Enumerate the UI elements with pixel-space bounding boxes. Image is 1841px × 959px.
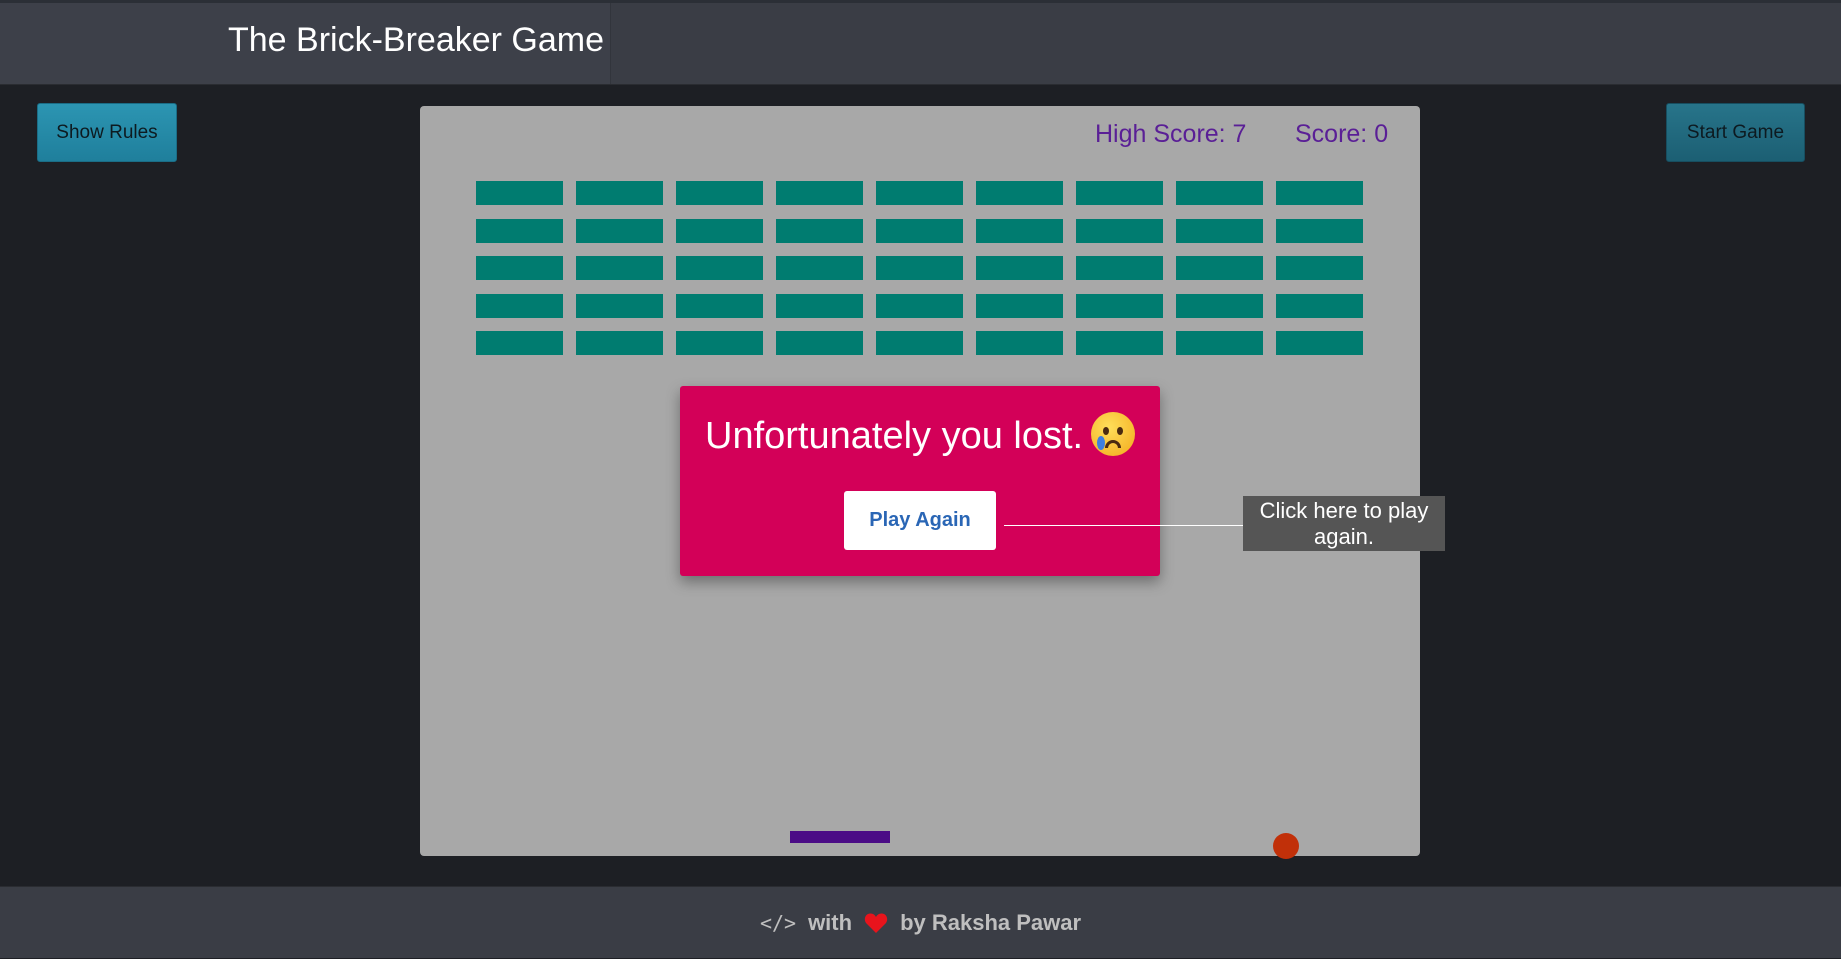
brick bbox=[876, 218, 963, 243]
brick bbox=[676, 293, 763, 318]
play-again-button[interactable]: Play Again bbox=[844, 491, 996, 550]
brick bbox=[1176, 331, 1263, 355]
brick bbox=[776, 256, 863, 280]
heart-icon bbox=[864, 912, 888, 934]
show-rules-button[interactable]: Show Rules bbox=[37, 103, 177, 162]
brick bbox=[1176, 181, 1263, 205]
brick bbox=[776, 331, 863, 355]
brick bbox=[1276, 331, 1363, 355]
header-divider bbox=[0, 84, 1841, 85]
brick bbox=[676, 218, 763, 243]
brick bbox=[1076, 293, 1163, 318]
start-game-button[interactable]: Start Game bbox=[1666, 103, 1805, 162]
brick bbox=[976, 256, 1063, 280]
paddle[interactable] bbox=[790, 831, 890, 843]
play-again-tooltip: Click here to play again. bbox=[1243, 496, 1445, 551]
brick bbox=[576, 293, 663, 318]
brick bbox=[776, 218, 863, 243]
game-over-modal: Unfortunately you lost. Play Again bbox=[680, 386, 1160, 576]
brick bbox=[676, 256, 763, 280]
brick bbox=[476, 293, 563, 318]
top-bar: The Brick-Breaker Game bbox=[0, 3, 1841, 84]
brick bbox=[876, 331, 963, 355]
brick bbox=[976, 293, 1063, 318]
brick bbox=[576, 256, 663, 280]
brick bbox=[1076, 256, 1163, 280]
brick bbox=[676, 181, 763, 205]
brick bbox=[476, 218, 563, 243]
brick bbox=[1276, 218, 1363, 243]
footer-with-text: with bbox=[808, 910, 853, 935]
brick bbox=[576, 331, 663, 355]
title-block: The Brick-Breaker Game bbox=[0, 3, 611, 84]
brick bbox=[976, 181, 1063, 205]
game-over-message: Unfortunately you lost. bbox=[705, 415, 1084, 457]
brick bbox=[676, 331, 763, 355]
brick bbox=[1276, 181, 1363, 205]
brick bbox=[876, 256, 963, 280]
brick bbox=[776, 293, 863, 318]
brick bbox=[976, 331, 1063, 355]
ball bbox=[1273, 833, 1299, 859]
footer-author: by Raksha Pawar bbox=[900, 910, 1082, 935]
high-score-display: High Score: 7 bbox=[1095, 120, 1247, 148]
crying-face-icon bbox=[1091, 412, 1136, 456]
footer: </> with by Raksha Pawar bbox=[0, 886, 1841, 958]
brick bbox=[976, 218, 1063, 243]
brick bbox=[1176, 256, 1263, 280]
brick bbox=[476, 256, 563, 280]
tooltip-pointer-line bbox=[1004, 525, 1244, 526]
footer-credit: </> with by Raksha Pawar bbox=[0, 887, 1841, 959]
brick bbox=[1276, 293, 1363, 318]
brick bbox=[1176, 293, 1263, 318]
brick bbox=[576, 218, 663, 243]
code-icon: </> bbox=[759, 911, 797, 935]
page-title: The Brick-Breaker Game bbox=[228, 21, 604, 59]
brick bbox=[776, 181, 863, 205]
brick bbox=[476, 181, 563, 205]
brick bbox=[576, 181, 663, 205]
brick bbox=[476, 331, 563, 355]
game-over-message-row: Unfortunately you lost. bbox=[705, 412, 1136, 458]
brick bbox=[1076, 218, 1163, 243]
score-display: Score: 0 bbox=[1295, 120, 1389, 148]
brick bbox=[1276, 256, 1363, 280]
brick bbox=[876, 293, 963, 318]
brick bbox=[1176, 218, 1263, 243]
brick bbox=[1076, 181, 1163, 205]
brick bbox=[876, 181, 963, 205]
brick bbox=[1076, 331, 1163, 355]
